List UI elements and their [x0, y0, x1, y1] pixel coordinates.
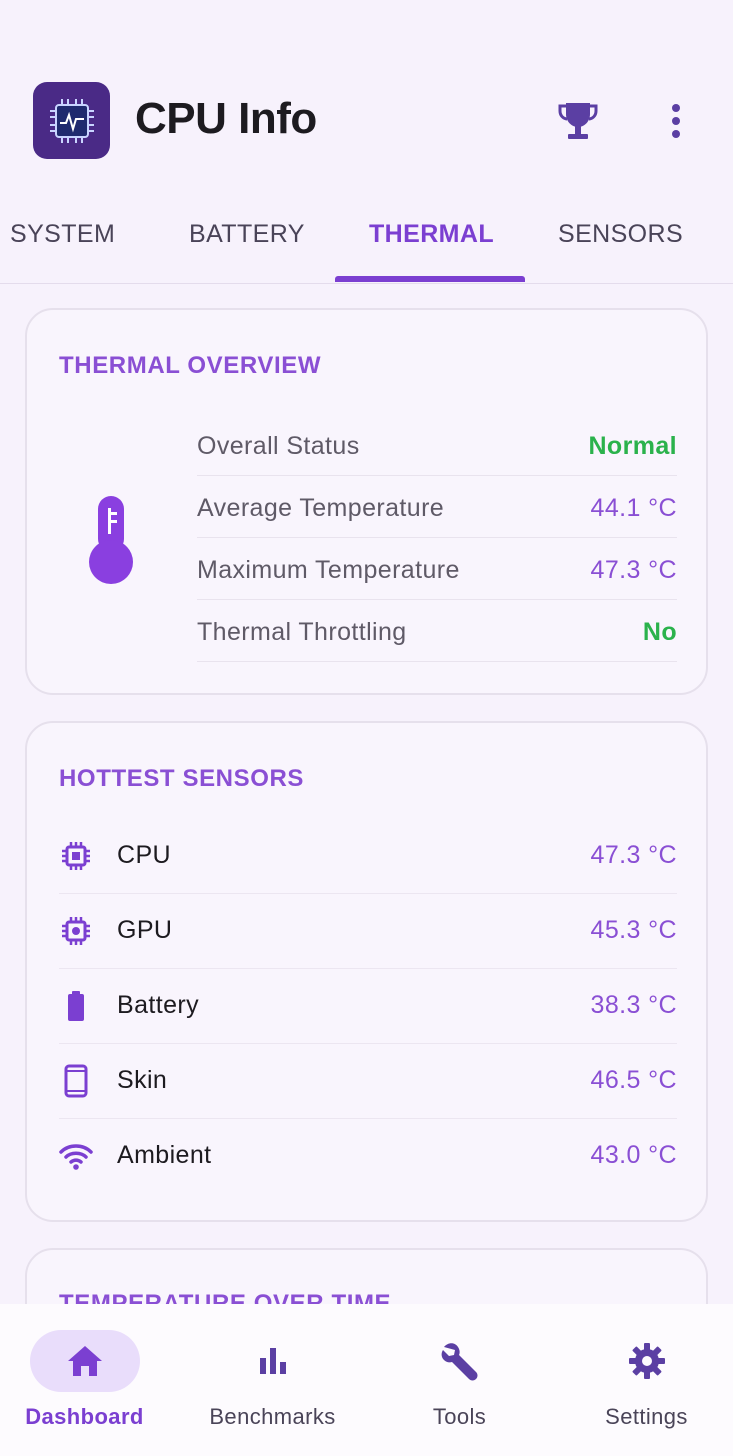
sensor-row-cpu[interactable]: CPU 47.3 °C: [59, 819, 677, 894]
sensor-value: 47.3 °C: [590, 841, 677, 869]
bottom-navigation: Dashboard Benchmarks Tools Settings: [0, 1304, 733, 1456]
nav-label: Tools: [432, 1404, 487, 1429]
tab-bar: SYSTEM BATTERY THERMAL SENSORS: [0, 190, 733, 284]
card-title: THERMAL OVERVIEW: [59, 352, 322, 379]
row-label: Average Temperature: [197, 494, 445, 522]
sensor-row-gpu[interactable]: GPU 45.3 °C: [59, 894, 677, 969]
tab-thermal[interactable]: THERMAL: [369, 220, 494, 249]
row-label: Thermal Throttling: [197, 618, 407, 646]
home-icon: [29, 1330, 140, 1392]
nav-settings[interactable]: Settings: [555, 1304, 733, 1456]
throttling-value: No: [642, 618, 677, 646]
sensor-value: 38.3 °C: [590, 991, 677, 1019]
row-label: Maximum Temperature: [197, 556, 460, 584]
sensor-label: GPU: [117, 916, 173, 944]
tab-battery[interactable]: BATTERY: [189, 220, 305, 249]
wrench-icon: [405, 1330, 515, 1392]
sensor-label: Ambient: [117, 1141, 212, 1169]
sensor-row-ambient[interactable]: Ambient 43.0 °C: [59, 1119, 677, 1194]
row-label: Overall Status: [197, 432, 360, 460]
cpu-chip-icon: [59, 839, 93, 873]
sensor-label: Battery: [117, 991, 199, 1019]
sensor-label: Skin: [117, 1066, 168, 1094]
top-app-bar: CPU Info: [0, 0, 733, 190]
gear-icon: [592, 1330, 702, 1392]
more-options-icon[interactable]: [660, 100, 692, 142]
sensor-row-battery[interactable]: Battery 38.3 °C: [59, 969, 677, 1044]
status-value: Normal: [588, 432, 677, 460]
nav-tools[interactable]: Tools: [368, 1304, 551, 1456]
overview-row-maximum: Maximum Temperature 47.3 °C: [197, 538, 677, 600]
battery-icon: [59, 989, 93, 1023]
wifi-icon: [59, 1139, 93, 1173]
gpu-chip-icon: [59, 914, 93, 948]
nav-dashboard[interactable]: Dashboard: [0, 1304, 176, 1456]
nav-label: Settings: [605, 1404, 688, 1429]
sensor-value: 45.3 °C: [590, 916, 677, 944]
trophy-icon[interactable]: [556, 100, 600, 142]
hottest-sensors-card: HOTTEST SENSORS CPU 47.3 °C GPU 45.3 °C …: [25, 721, 708, 1222]
thermometer-icon: [87, 492, 137, 584]
overview-row-throttling: Thermal Throttling No: [197, 600, 677, 662]
overview-row-status: Overall Status Normal: [197, 414, 677, 476]
tab-sensors[interactable]: SENSORS: [558, 220, 683, 249]
active-tab-indicator: [335, 276, 525, 282]
nav-benchmarks[interactable]: Benchmarks: [181, 1304, 364, 1456]
card-title: HOTTEST SENSORS: [59, 765, 305, 792]
sensor-value: 43.0 °C: [590, 1141, 677, 1169]
phone-icon: [59, 1064, 93, 1098]
thermal-overview-card: THERMAL OVERVIEW Overall Status Normal A…: [25, 308, 708, 695]
tab-system[interactable]: SYSTEM: [10, 220, 115, 249]
nav-label: Benchmarks: [209, 1404, 336, 1429]
nav-label: Dashboard: [25, 1404, 144, 1429]
row-value: 47.3 °C: [590, 556, 677, 584]
overview-row-average: Average Temperature 44.1 °C: [197, 476, 677, 538]
app-title: CPU Info: [135, 94, 317, 143]
row-value: 44.1 °C: [590, 494, 677, 522]
app-screen: CPU Info SYSTEM BATTERY THERMAL SENSORS …: [0, 0, 733, 1456]
sensor-label: CPU: [117, 841, 171, 869]
bar-chart-icon: [218, 1330, 328, 1392]
sensor-row-skin[interactable]: Skin 46.5 °C: [59, 1044, 677, 1119]
sensor-value: 46.5 °C: [590, 1066, 677, 1094]
app-logo-icon: [33, 82, 110, 159]
